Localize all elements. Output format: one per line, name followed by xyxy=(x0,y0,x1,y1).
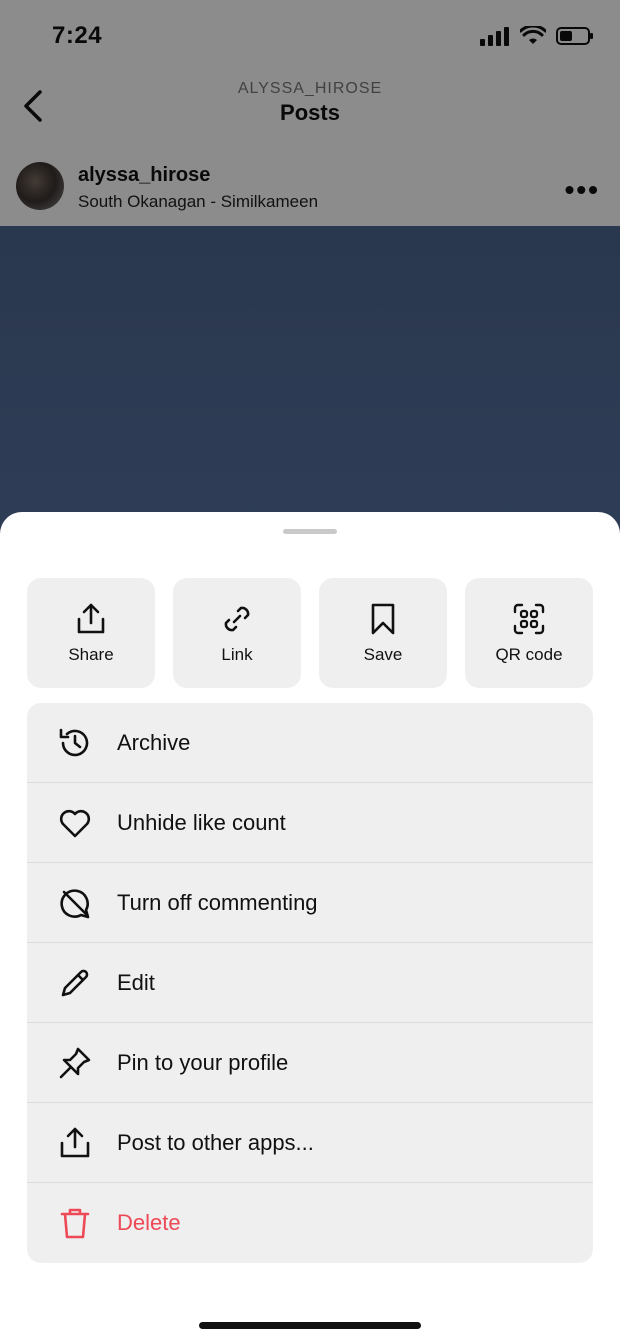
heart-icon xyxy=(55,803,95,843)
menu-label-unhide-like-count: Unhide like count xyxy=(117,809,286,835)
save-button[interactable]: Save xyxy=(319,578,447,688)
share-icon xyxy=(55,1123,95,1163)
menu-item-post-to-other-apps[interactable]: Post to other apps... xyxy=(27,1103,593,1183)
link-icon xyxy=(219,601,255,637)
archive-icon xyxy=(55,723,95,763)
bookmark-icon xyxy=(365,601,401,637)
menu-item-edit[interactable]: Edit xyxy=(27,943,593,1023)
share-button[interactable]: Share xyxy=(27,578,155,688)
link-button[interactable]: Link xyxy=(173,578,301,688)
share-label: Share xyxy=(68,645,114,664)
link-label: Link xyxy=(221,645,253,664)
quick-actions-row: Share Link Save QR code xyxy=(27,578,593,688)
qr-code-icon xyxy=(511,601,547,637)
home-indicator[interactable] xyxy=(199,1322,421,1329)
options-menu: Archive Unhide like count Turn off comme… xyxy=(27,703,593,1263)
comment-off-icon xyxy=(55,883,95,923)
save-label: Save xyxy=(363,645,403,664)
trash-icon xyxy=(55,1203,95,1243)
pin-icon xyxy=(55,1043,95,1083)
menu-item-unhide-like-count[interactable]: Unhide like count xyxy=(27,783,593,863)
sheet-drag-handle[interactable] xyxy=(283,529,337,534)
menu-label-delete: Delete xyxy=(117,1210,181,1235)
menu-label-turn-off-commenting: Turn off commenting xyxy=(117,889,318,915)
menu-item-turn-off-commenting[interactable]: Turn off commenting xyxy=(27,863,593,943)
qr-code-label: QR code xyxy=(495,645,563,664)
menu-label-post-to-other-apps: Post to other apps... xyxy=(117,1129,314,1155)
menu-item-pin-to-profile[interactable]: Pin to your profile xyxy=(27,1023,593,1103)
pencil-icon xyxy=(55,963,95,1003)
menu-item-archive[interactable]: Archive xyxy=(27,703,593,783)
menu-item-delete[interactable]: Delete xyxy=(27,1183,593,1263)
menu-label-pin-to-profile: Pin to your profile xyxy=(117,1049,289,1075)
menu-label-edit: Edit xyxy=(117,969,155,995)
options-bottom-sheet: Share Link Save QR code Archive Unhide l… xyxy=(0,512,620,1342)
share-icon xyxy=(73,601,109,637)
qr-code-button[interactable]: QR code xyxy=(465,578,593,688)
menu-label-archive: Archive xyxy=(117,729,191,755)
